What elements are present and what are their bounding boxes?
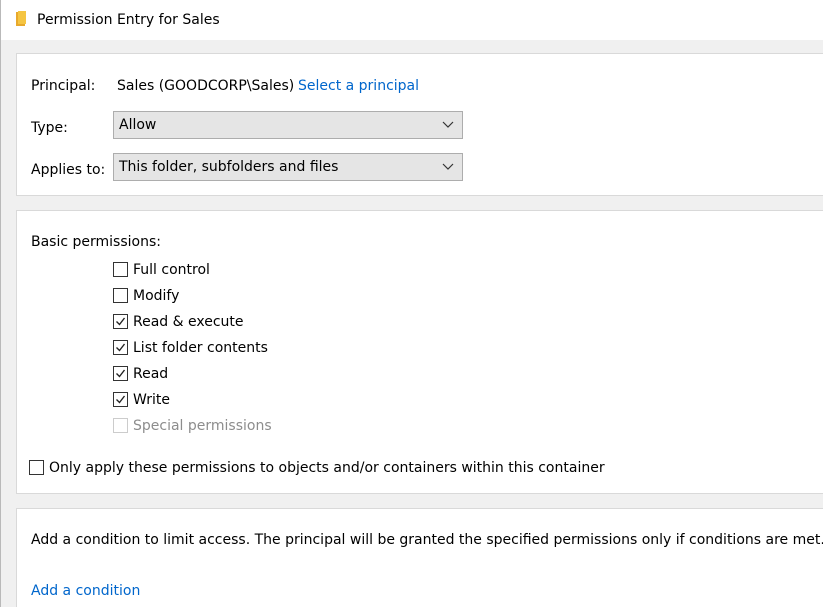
checkbox-label: Modify <box>133 288 180 304</box>
checkbox-label: Read <box>133 366 169 382</box>
checkbox-box[interactable] <box>113 392 128 407</box>
checkbox-label: Special permissions <box>133 418 272 434</box>
type-dropdown[interactable]: Allow <box>113 111 463 139</box>
principal-value: Sales (GOODCORP\Sales) <box>117 78 295 94</box>
permission-entry-window: Permission Entry for Sales Principal: Sa… <box>0 0 823 607</box>
chevron-down-icon <box>442 163 454 170</box>
principal-group: Principal: Sales (GOODCORP\Sales) Select… <box>16 53 823 196</box>
checkbox-box[interactable] <box>113 288 128 303</box>
window-title: Permission Entry for Sales <box>37 12 220 28</box>
type-selected-value: Allow <box>119 117 157 133</box>
checkbox-box[interactable] <box>113 340 128 355</box>
basic-permissions-heading: Basic permissions: <box>31 234 161 250</box>
principal-label: Principal: <box>31 78 96 94</box>
chevron-down-icon <box>442 121 454 128</box>
checkbox-box <box>113 418 128 433</box>
applies-to-selected-value: This folder, subfolders and files <box>119 159 339 175</box>
select-principal-link[interactable]: Select a principal <box>298 77 419 95</box>
condition-group: Add a condition to limit access. The pri… <box>16 508 823 607</box>
checkbox-label: Read & execute <box>133 314 244 330</box>
checkbox-box[interactable] <box>113 262 128 277</box>
checkbox-label: Full control <box>133 262 210 278</box>
checkmark-icon <box>116 395 126 404</box>
checkmark-icon <box>116 369 126 378</box>
checkbox-box[interactable] <box>113 314 128 329</box>
checkbox-label: List folder contents <box>133 340 268 356</box>
folder-icon <box>16 11 26 26</box>
checkbox-label: Write <box>133 392 170 408</box>
checkmark-icon <box>116 317 126 326</box>
checkbox-label: Only apply these permissions to objects … <box>49 460 605 476</box>
applies-to-label: Applies to: <box>31 162 106 178</box>
condition-description: Add a condition to limit access. The pri… <box>31 532 823 548</box>
type-label: Type: <box>31 120 68 136</box>
checkmark-icon <box>116 343 126 352</box>
checkbox-box[interactable] <box>29 460 44 475</box>
title-bar[interactable]: Permission Entry for Sales <box>1 0 823 40</box>
add-condition-link[interactable]: Add a condition <box>31 582 140 600</box>
applies-to-dropdown[interactable]: This folder, subfolders and files <box>113 153 463 181</box>
basic-permissions-group: Basic permissions: Full control Modify R… <box>16 210 823 494</box>
checkbox-box[interactable] <box>113 366 128 381</box>
